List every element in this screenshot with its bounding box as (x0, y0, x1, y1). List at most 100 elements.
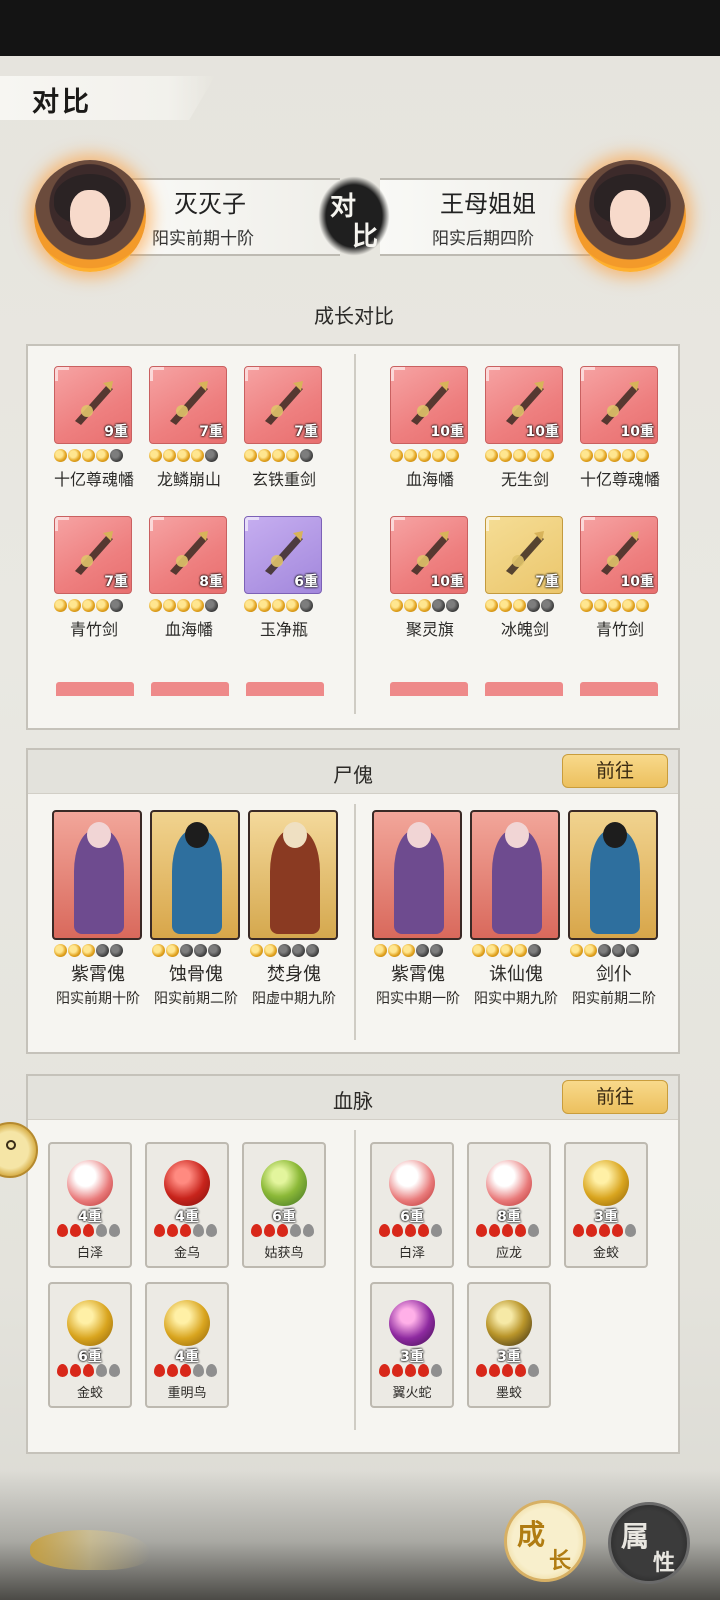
star-icon (499, 599, 512, 612)
star-icon (390, 599, 403, 612)
item-slot[interactable]: 7重 青竹剑 (54, 516, 134, 640)
puppet-portrait[interactable] (568, 810, 658, 940)
item-slot[interactable]: 10重青竹剑 (580, 516, 660, 640)
puppet-portrait[interactable] (372, 810, 462, 940)
page-title: 对比 (32, 87, 92, 118)
bloodline-slot[interactable]: 6重 金蛟 (48, 1282, 132, 1408)
puppet-slot[interactable]: 紫霄傀 阳实前期十阶 (52, 810, 144, 1010)
item-card[interactable]: 7重 (54, 516, 132, 594)
item-slot[interactable]: 7重 龙鳞崩山 (149, 366, 229, 490)
star-icon (584, 944, 597, 957)
star-icon (636, 599, 649, 612)
bloodline-slot[interactable]: 6重 姑获鸟 (242, 1142, 326, 1268)
item-card[interactable]: 7重 (149, 366, 227, 444)
puppet-slot[interactable]: 剑仆 阳实前期二阶 (568, 810, 660, 1010)
item-name: 玉净瓶 (259, 620, 308, 639)
item-slot[interactable]: 10重 血海幡 (390, 366, 470, 490)
puppet-portrait[interactable] (150, 810, 240, 940)
star-icon (191, 449, 204, 462)
item-card[interactable]: 8重 (149, 516, 227, 594)
item-card-partial[interactable] (485, 682, 563, 696)
star-icon (626, 944, 639, 957)
item-slot[interactable]: 7重 冰魄剑 (485, 516, 565, 640)
item-name: 十亿尊魂幡 (579, 470, 660, 489)
item-card[interactable]: 9重 (54, 366, 132, 444)
item-card[interactable]: 7重 (244, 366, 322, 444)
blood-drop-icon (264, 1224, 275, 1237)
item-level: 9重 (104, 424, 128, 440)
puppet-slot[interactable]: 蚀骨傀 阳实前期二阶 (150, 810, 242, 1010)
blood-drop-icon (502, 1224, 513, 1237)
item-slot[interactable]: 10重 无生剑 (485, 366, 565, 490)
bloodline-panel: 血脉 前往 4重 白泽 4重 金乌 6重 姑获鸟 6重 金蛟 4重 重明鸟 6重 白泽 8重 应龙 3重金… (26, 1074, 680, 1454)
item-name: 青竹剑 (595, 620, 644, 639)
puppet-name: 诛仙傀 (489, 964, 543, 985)
bloodline-slot[interactable]: 6重 白泽 (370, 1142, 454, 1268)
star-icon (514, 944, 527, 957)
bloodline-orb-icon (389, 1300, 435, 1346)
star-icon (244, 599, 257, 612)
bloodline-slot[interactable]: 8重 应龙 (467, 1142, 551, 1268)
growth-tab-button[interactable]: 成 长 (504, 1500, 586, 1582)
bloodline-level: 4重 (78, 1209, 102, 1225)
growth-panel: 9重 十亿尊魂幡 7重 龙鳞崩山 7重 玄铁重剑 7重 青竹剑 8重 血海幡 6重 玉净瓶 10重 血海… (26, 344, 680, 730)
bloodline-goto-button[interactable]: 前往 (562, 1080, 668, 1114)
item-slot[interactable]: 7重 玄铁重剑 (244, 366, 324, 490)
bloodline-name: 金蛟 (592, 1246, 619, 1261)
attributes-tab-button[interactable]: 属 性 (608, 1502, 690, 1584)
right-player-avatar[interactable] (574, 160, 686, 272)
puppet-head (185, 822, 209, 848)
puppet-name: 紫霄傀 (71, 964, 125, 985)
item-card[interactable]: 10重 (390, 366, 468, 444)
bloodline-slot[interactable]: 4重白泽 (48, 1142, 132, 1268)
item-card-partial[interactable] (580, 682, 658, 696)
bloodline-slot[interactable]: 3重 金蛟 (564, 1142, 648, 1268)
star-icon (82, 449, 95, 462)
puppet-slot[interactable]: 紫霄傀 阳实中期一阶 (372, 810, 464, 1010)
item-card[interactable]: 10重 (580, 366, 658, 444)
puppets-goto-button[interactable]: 前往 (562, 754, 668, 788)
item-card-partial[interactable] (390, 682, 468, 696)
blood-drop-icon (418, 1364, 429, 1377)
bloodline-name: 白泽 (76, 1246, 103, 1261)
bloodline-slot[interactable]: 3重 墨蛟 (467, 1282, 551, 1408)
puppet-slot[interactable]: 焚身傀 阳虚中期九阶 (248, 810, 340, 1010)
star-rating (152, 944, 232, 958)
puppet-slot[interactable]: 诛仙傀 阳实中期九阶 (470, 810, 562, 1010)
item-card[interactable]: 10重 (390, 516, 468, 594)
left-player-avatar[interactable] (34, 160, 146, 272)
blood-drop-icon (206, 1224, 217, 1237)
star-icon (258, 449, 271, 462)
item-card-partial[interactable] (151, 682, 229, 696)
eye-icon (6, 1140, 16, 1150)
item-card-partial[interactable] (246, 682, 324, 696)
puppet-portrait[interactable] (470, 810, 560, 940)
item-slot[interactable]: 8重血海幡 (149, 516, 229, 640)
bloodline-name: 金蛟 (76, 1386, 103, 1401)
puppet-portrait[interactable] (52, 810, 142, 940)
star-rating (374, 944, 454, 958)
star-rating (472, 944, 552, 958)
star-icon (608, 599, 621, 612)
item-slot[interactable]: 10重 聚灵旗 (390, 516, 470, 640)
item-card-partial[interactable] (56, 682, 134, 696)
item-slot[interactable]: 10重十亿尊魂幡 (580, 366, 660, 490)
star-icon (300, 449, 313, 462)
puppet-portrait[interactable] (248, 810, 338, 940)
item-card[interactable]: 10重 (485, 366, 563, 444)
bloodline-slot[interactable]: 4重 重明鸟 (145, 1282, 229, 1408)
item-slot[interactable]: 9重 十亿尊魂幡 (54, 366, 134, 490)
star-icon (636, 449, 649, 462)
blood-drop-icon (573, 1224, 584, 1237)
item-card[interactable]: 7重 (485, 516, 563, 594)
star-icon (432, 599, 445, 612)
bloodline-level: 8重 (497, 1209, 521, 1225)
item-card[interactable]: 6重 (244, 516, 322, 594)
bloodline-slot[interactable]: 4重 金乌 (145, 1142, 229, 1268)
blood-drop-icon (70, 1364, 81, 1377)
item-slot[interactable]: 6重玉净瓶 (244, 516, 324, 640)
item-name: 血海幡 (164, 620, 213, 639)
blood-drop-icon (277, 1224, 288, 1237)
item-card[interactable]: 10重 (580, 516, 658, 594)
bloodline-slot[interactable]: 3重 翼火蛇 (370, 1282, 454, 1408)
